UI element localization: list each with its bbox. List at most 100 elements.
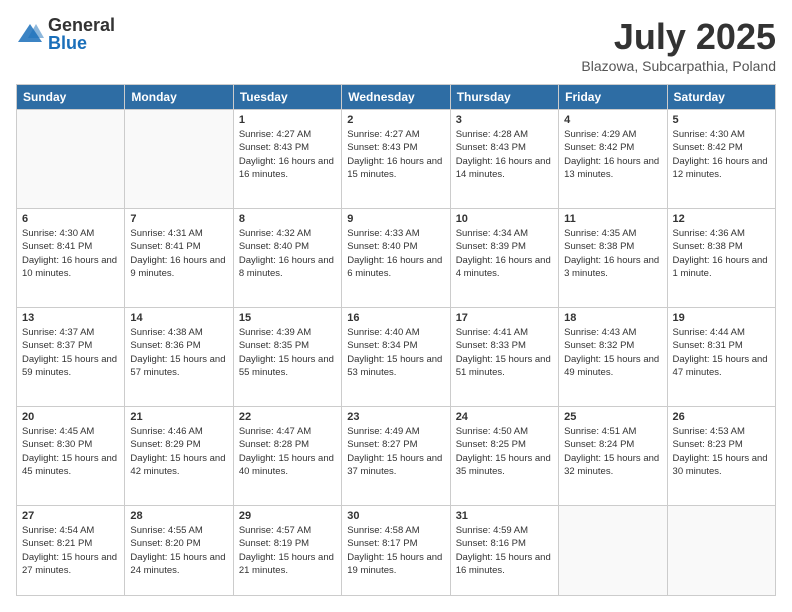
day-number: 14 bbox=[130, 312, 227, 324]
day-info: Sunrise: 4:36 AMSunset: 8:38 PMDaylight:… bbox=[673, 227, 770, 280]
calendar-cell: 1 Sunrise: 4:27 AMSunset: 8:43 PMDaylight… bbox=[233, 110, 341, 209]
day-number: 27 bbox=[22, 510, 119, 522]
day-info: Sunrise: 4:47 AMSunset: 8:28 PMDaylight:… bbox=[239, 425, 336, 478]
day-info: Sunrise: 4:30 AMSunset: 8:42 PMDaylight:… bbox=[673, 128, 770, 181]
calendar-cell: 12Sunrise: 4:36 AMSunset: 8:38 PMDayligh… bbox=[667, 209, 775, 308]
day-info: Sunrise: 4:38 AMSunset: 8:36 PMDaylight:… bbox=[130, 326, 227, 379]
calendar-cell: 17 Sunrise: 4:41 AMSunset: 8:33 PMDayligh… bbox=[450, 308, 558, 407]
calendar-cell: 22 Sunrise: 4:47 AMSunset: 8:28 PMDayligh… bbox=[233, 407, 341, 506]
day-info: Sunrise: 4:40 AMSunset: 8:34 PMDaylight:… bbox=[347, 326, 444, 379]
calendar-cell: 2Sunrise: 4:27 AMSunset: 8:43 PMDaylight… bbox=[342, 110, 450, 209]
day-info: Sunrise: 4:27 AMSunset: 8:43 PMDaylight:… bbox=[347, 128, 444, 181]
day-number: 9 bbox=[347, 213, 444, 225]
calendar-cell: 10Sunrise: 4:34 AMSunset: 8:39 PMDayligh… bbox=[450, 209, 558, 308]
day-info: Sunrise: 4:27 AMSunset: 8:43 PMDaylight:… bbox=[239, 128, 336, 181]
day-number: 29 bbox=[239, 510, 336, 522]
day-info: Sunrise: 4:55 AMSunset: 8:20 PMDaylight:… bbox=[130, 524, 227, 577]
calendar-cell bbox=[125, 110, 233, 209]
day-number: 30 bbox=[347, 510, 444, 522]
day-info: Sunrise: 4:54 AMSunset: 8:21 PMDaylight:… bbox=[22, 524, 119, 577]
calendar-cell: 5 Sunrise: 4:30 AMSunset: 8:42 PMDaylight… bbox=[667, 110, 775, 209]
day-info: Sunrise: 4:50 AMSunset: 8:25 PMDaylight:… bbox=[456, 425, 553, 478]
day-number: 17 bbox=[456, 312, 553, 324]
calendar-cell: 6Sunrise: 4:30 AMSunset: 8:41 PMDaylight… bbox=[17, 209, 125, 308]
day-number: 11 bbox=[564, 213, 661, 225]
weekday-header-saturday: Saturday bbox=[667, 85, 775, 110]
day-info: Sunrise: 4:41 AMSunset: 8:33 PMDaylight:… bbox=[456, 326, 553, 379]
day-number: 26 bbox=[673, 411, 770, 423]
logo-general: General bbox=[48, 16, 115, 34]
day-number: 16 bbox=[347, 312, 444, 324]
day-number: 25 bbox=[564, 411, 661, 423]
calendar-cell: 3 Sunrise: 4:28 AMSunset: 8:43 PMDaylight… bbox=[450, 110, 558, 209]
day-info: Sunrise: 4:43 AMSunset: 8:32 PMDaylight:… bbox=[564, 326, 661, 379]
calendar: SundayMondayTuesdayWednesdayThursdayFrid… bbox=[16, 84, 776, 596]
day-info: Sunrise: 4:37 AMSunset: 8:37 PMDaylight:… bbox=[22, 326, 119, 379]
day-number: 18 bbox=[564, 312, 661, 324]
calendar-cell: 31Sunrise: 4:59 AMSunset: 8:16 PMDayligh… bbox=[450, 506, 558, 596]
day-info: Sunrise: 4:39 AMSunset: 8:35 PMDaylight:… bbox=[239, 326, 336, 379]
calendar-cell: 9Sunrise: 4:33 AMSunset: 8:40 PMDaylight… bbox=[342, 209, 450, 308]
day-number: 28 bbox=[130, 510, 227, 522]
day-info: Sunrise: 4:28 AMSunset: 8:43 PMDaylight:… bbox=[456, 128, 553, 181]
calendar-cell: 24Sunrise: 4:50 AMSunset: 8:25 PMDayligh… bbox=[450, 407, 558, 506]
day-number: 3 bbox=[456, 114, 553, 126]
weekday-header-sunday: Sunday bbox=[17, 85, 125, 110]
day-info: Sunrise: 4:53 AMSunset: 8:23 PMDaylight:… bbox=[673, 425, 770, 478]
day-number: 23 bbox=[347, 411, 444, 423]
weekday-header-thursday: Thursday bbox=[450, 85, 558, 110]
day-number: 19 bbox=[673, 312, 770, 324]
day-number: 8 bbox=[239, 213, 336, 225]
weekday-header-friday: Friday bbox=[559, 85, 667, 110]
day-info: Sunrise: 4:45 AMSunset: 8:30 PMDaylight:… bbox=[22, 425, 119, 478]
day-number: 4 bbox=[564, 114, 661, 126]
day-info: Sunrise: 4:57 AMSunset: 8:19 PMDaylight:… bbox=[239, 524, 336, 577]
location: Blazowa, Subcarpathia, Poland bbox=[581, 58, 776, 74]
day-number: 22 bbox=[239, 411, 336, 423]
day-info: Sunrise: 4:46 AMSunset: 8:29 PMDaylight:… bbox=[130, 425, 227, 478]
day-info: Sunrise: 4:35 AMSunset: 8:38 PMDaylight:… bbox=[564, 227, 661, 280]
calendar-cell: 14 Sunrise: 4:38 AMSunset: 8:36 PMDayligh… bbox=[125, 308, 233, 407]
calendar-cell: 21 Sunrise: 4:46 AMSunset: 8:29 PMDayligh… bbox=[125, 407, 233, 506]
day-info: Sunrise: 4:31 AMSunset: 8:41 PMDaylight:… bbox=[130, 227, 227, 280]
calendar-cell: 20 Sunrise: 4:45 AMSunset: 8:30 PMDayligh… bbox=[17, 407, 125, 506]
calendar-cell bbox=[667, 506, 775, 596]
day-number: 20 bbox=[22, 411, 119, 423]
calendar-cell bbox=[17, 110, 125, 209]
calendar-cell: 29 Sunrise: 4:57 AMSunset: 8:19 PMDayligh… bbox=[233, 506, 341, 596]
day-number: 13 bbox=[22, 312, 119, 324]
day-number: 5 bbox=[673, 114, 770, 126]
calendar-cell: 26 Sunrise: 4:53 AMSunset: 8:23 PMDayligh… bbox=[667, 407, 775, 506]
logo-blue: Blue bbox=[48, 34, 115, 52]
weekday-header-wednesday: Wednesday bbox=[342, 85, 450, 110]
day-number: 1 bbox=[239, 114, 336, 126]
day-info: Sunrise: 4:58 AMSunset: 8:17 PMDaylight:… bbox=[347, 524, 444, 577]
logo: General Blue bbox=[16, 16, 115, 52]
calendar-cell: 16 Sunrise: 4:40 AMSunset: 8:34 PMDayligh… bbox=[342, 308, 450, 407]
day-number: 15 bbox=[239, 312, 336, 324]
calendar-cell: 27 Sunrise: 4:54 AMSunset: 8:21 PMDayligh… bbox=[17, 506, 125, 596]
title-block: July 2025 Blazowa, Subcarpathia, Poland bbox=[581, 16, 776, 74]
calendar-cell bbox=[559, 506, 667, 596]
calendar-cell: 28 Sunrise: 4:55 AMSunset: 8:20 PMDayligh… bbox=[125, 506, 233, 596]
calendar-cell: 15 Sunrise: 4:39 AMSunset: 8:35 PMDayligh… bbox=[233, 308, 341, 407]
calendar-cell: 8 Sunrise: 4:32 AMSunset: 8:40 PMDaylight… bbox=[233, 209, 341, 308]
weekday-header-monday: Monday bbox=[125, 85, 233, 110]
calendar-cell: 30 Sunrise: 4:58 AMSunset: 8:17 PMDayligh… bbox=[342, 506, 450, 596]
calendar-cell: 13 Sunrise: 4:37 AMSunset: 8:37 PMDayligh… bbox=[17, 308, 125, 407]
logo-icon bbox=[16, 20, 44, 48]
calendar-cell: 4 Sunrise: 4:29 AMSunset: 8:42 PMDaylight… bbox=[559, 110, 667, 209]
day-number: 21 bbox=[130, 411, 227, 423]
month-title: July 2025 bbox=[581, 16, 776, 58]
calendar-cell: 25 Sunrise: 4:51 AMSunset: 8:24 PMDayligh… bbox=[559, 407, 667, 506]
day-number: 7 bbox=[130, 213, 227, 225]
day-info: Sunrise: 4:49 AMSunset: 8:27 PMDaylight:… bbox=[347, 425, 444, 478]
day-number: 31 bbox=[456, 510, 553, 522]
day-info: Sunrise: 4:29 AMSunset: 8:42 PMDaylight:… bbox=[564, 128, 661, 181]
day-info: Sunrise: 4:32 AMSunset: 8:40 PMDaylight:… bbox=[239, 227, 336, 280]
calendar-cell: 18 Sunrise: 4:43 AMSunset: 8:32 PMDayligh… bbox=[559, 308, 667, 407]
day-info: Sunrise: 4:44 AMSunset: 8:31 PMDaylight:… bbox=[673, 326, 770, 379]
day-info: Sunrise: 4:30 AMSunset: 8:41 PMDaylight:… bbox=[22, 227, 119, 280]
day-info: Sunrise: 4:51 AMSunset: 8:24 PMDaylight:… bbox=[564, 425, 661, 478]
calendar-cell: 11 Sunrise: 4:35 AMSunset: 8:38 PMDayligh… bbox=[559, 209, 667, 308]
